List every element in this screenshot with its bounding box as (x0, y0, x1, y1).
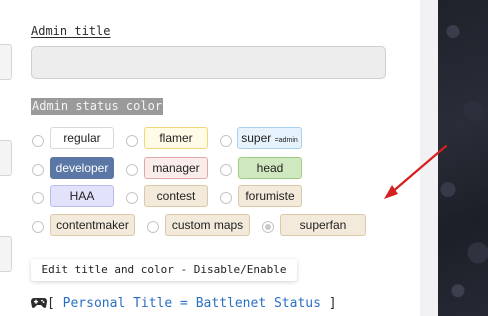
status-chip-contest[interactable]: contest (144, 185, 208, 207)
radio-haa[interactable] (32, 192, 44, 204)
radio-custom-maps[interactable] (147, 221, 159, 233)
chip-label: regular (63, 131, 101, 145)
chip-sublabel: =admin (274, 137, 298, 144)
admin-title-input[interactable] (31, 46, 386, 79)
personal-title-footer: [ Personal Title = Battlenet Status ] (31, 296, 337, 313)
chip-label: forumiste (245, 189, 295, 203)
chip-label: superfan (299, 218, 347, 232)
left-panel (0, 0, 12, 316)
radio-contentmaker[interactable] (32, 221, 44, 233)
admin-status-color-label: Admin status color (31, 98, 164, 115)
status-chip-super[interactable]: super =admin (237, 127, 302, 149)
footer-bracket-close: ] (328, 296, 337, 311)
status-chip-manager[interactable]: manager (144, 157, 208, 179)
edit-title-color-toggle-button[interactable]: Edit title and color - Disable/Enable (31, 259, 297, 281)
status-chip-contentmaker[interactable]: contentmaker (50, 214, 135, 236)
radio-head[interactable] (220, 164, 232, 176)
chip-label: manager (152, 161, 200, 175)
status-chip-head[interactable]: head (238, 157, 302, 179)
personal-title-text: Personal Title = Battlenet Status (62, 296, 321, 311)
status-chip-haa[interactable]: HAA (50, 185, 114, 207)
radio-super[interactable] (220, 135, 232, 147)
chip-label: head (256, 161, 284, 175)
chip-label: custom maps (171, 218, 244, 232)
panel-gap (420, 0, 438, 316)
status-chip-forumiste[interactable]: forumiste (238, 185, 302, 207)
status-chip-superfan[interactable]: superfan (280, 214, 366, 236)
footer-bracket-open: [ (47, 296, 55, 311)
left-panel-field[interactable] (0, 236, 12, 272)
chip-label: flamer (159, 131, 193, 145)
left-panel-field[interactable] (0, 44, 12, 80)
chip-label: contentmaker (56, 218, 129, 232)
chip-label: super (241, 131, 272, 145)
gamepad-icon (31, 296, 47, 313)
radio-flamer[interactable] (126, 135, 138, 147)
status-chip-regular[interactable]: regular (50, 127, 114, 149)
status-chip-custom-maps[interactable]: custom maps (165, 214, 250, 236)
chip-label: contest (156, 189, 196, 203)
left-panel-field[interactable] (0, 140, 12, 176)
radio-superfan[interactable] (262, 221, 274, 233)
chip-label: developer (55, 161, 109, 175)
radio-forumiste[interactable] (220, 192, 232, 204)
status-chip-flamer[interactable]: flamer (144, 127, 208, 149)
chip-label: HAA (69, 189, 95, 203)
radio-developer[interactable] (32, 164, 44, 176)
radio-contest[interactable] (126, 192, 138, 204)
radio-manager[interactable] (126, 164, 138, 176)
status-chip-developer[interactable]: developer (50, 157, 114, 179)
admin-title-label: Admin title (31, 24, 111, 38)
background-artwork (438, 0, 488, 316)
radio-regular[interactable] (32, 135, 44, 147)
